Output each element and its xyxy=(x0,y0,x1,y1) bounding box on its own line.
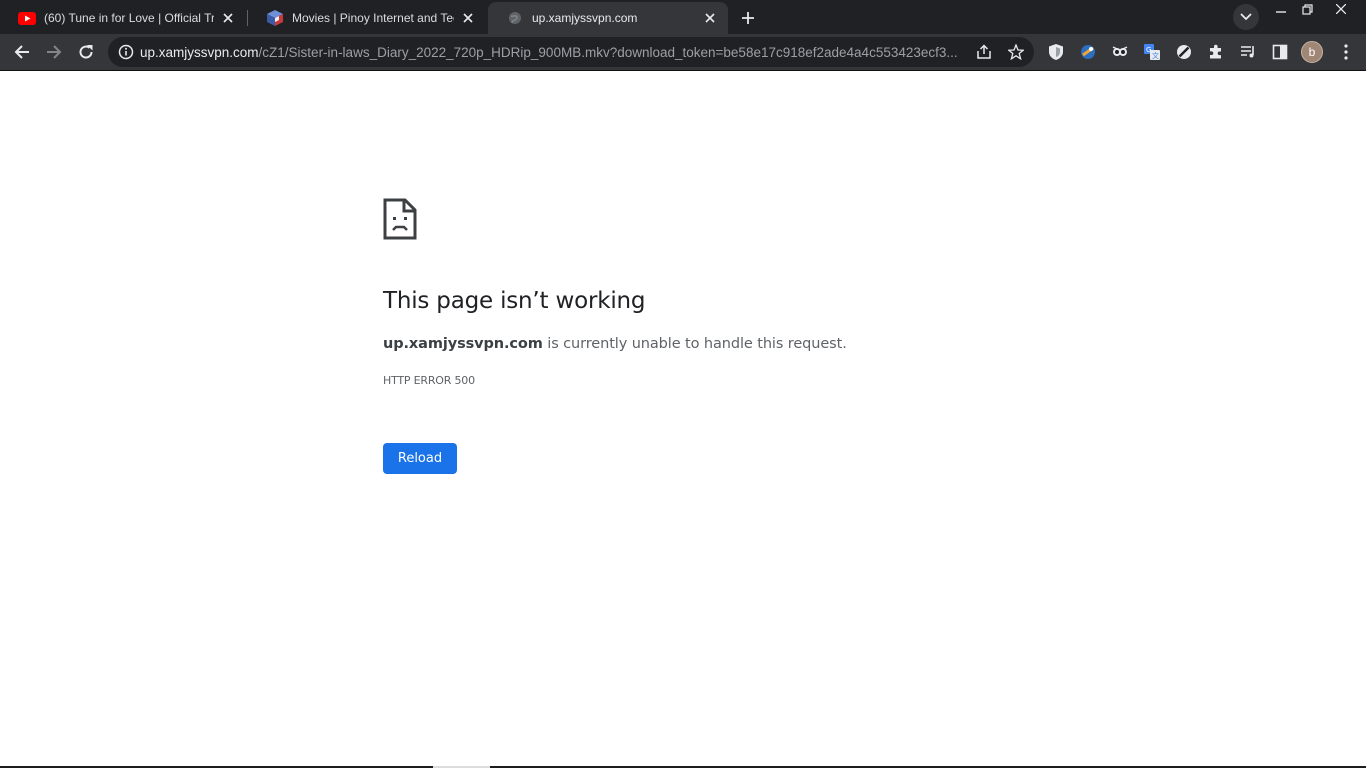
info-icon[interactable] xyxy=(112,38,140,66)
share-icon[interactable] xyxy=(970,38,998,66)
address-bar[interactable]: up.xamjyssvpn.com/cZ1/Sister-in-laws_Dia… xyxy=(108,37,1034,67)
tab-search-button[interactable] xyxy=(1233,4,1259,30)
svg-text:文: 文 xyxy=(1152,51,1159,60)
youtube-icon xyxy=(18,9,36,27)
rocket-extension-icon[interactable] xyxy=(1076,40,1100,64)
error-title: This page isn’t working xyxy=(383,288,646,314)
url-path: /cZ1/Sister-in-laws_Diary_2022_720p_HDRi… xyxy=(258,44,958,60)
arrow-right-icon xyxy=(47,45,62,59)
tab-youtube[interactable]: (60) Tune in for Love | Official Trailer xyxy=(0,2,246,34)
tab-active[interactable]: up.xamjyssvpn.com xyxy=(488,2,728,34)
side-panel-icon[interactable] xyxy=(1268,40,1292,64)
close-icon xyxy=(1336,4,1346,14)
plus-icon xyxy=(742,12,754,24)
minimize-icon xyxy=(1276,11,1286,13)
puzzle-extensions-icon[interactable] xyxy=(1204,40,1228,64)
tab-title: Movies | Pinoy Internet and Technology F… xyxy=(292,11,454,25)
sad-file-icon xyxy=(383,198,417,240)
more-menu-icon[interactable] xyxy=(1334,40,1358,64)
close-icon[interactable] xyxy=(702,10,718,26)
arrow-left-icon xyxy=(14,45,29,59)
tab-title: up.xamjyssvpn.com xyxy=(532,11,638,25)
reload-toolbar-button[interactable] xyxy=(72,38,100,66)
reload-icon xyxy=(79,45,93,59)
close-icon[interactable] xyxy=(460,10,476,26)
error-code: HTTP ERROR 500 xyxy=(383,374,475,387)
tab-pinoy-forum[interactable]: Movies | Pinoy Internet and Technology F… xyxy=(248,2,486,34)
url-host: up.xamjyssvpn.com xyxy=(140,44,259,60)
shield-extension-icon[interactable] xyxy=(1044,40,1068,64)
translate-extension-icon[interactable]: G文 xyxy=(1140,40,1164,64)
svg-text:G: G xyxy=(1146,46,1151,54)
tab-title: (60) Tune in for Love | Official Trailer xyxy=(44,11,214,25)
error-message-text: is currently unable to handle this reque… xyxy=(542,336,847,352)
owl-extension-icon[interactable] xyxy=(1108,40,1132,64)
block-extension-icon[interactable] xyxy=(1172,40,1196,64)
forward-button[interactable] xyxy=(40,38,68,66)
tab-strip: (60) Tune in for Love | Official Trailer… xyxy=(0,0,1366,34)
globe-icon xyxy=(506,9,524,27)
pinoy-forum-icon xyxy=(266,9,284,27)
reload-button[interactable]: Reload xyxy=(383,443,457,474)
restore-button[interactable] xyxy=(1292,0,1322,18)
chevron-down-icon xyxy=(1240,13,1252,21)
profile-avatar[interactable]: b xyxy=(1301,41,1323,63)
star-icon[interactable] xyxy=(1002,38,1030,66)
close-icon[interactable] xyxy=(220,10,236,26)
url-text[interactable]: up.xamjyssvpn.com/cZ1/Sister-in-laws_Dia… xyxy=(140,45,970,60)
close-window-button[interactable] xyxy=(1326,0,1356,18)
restore-icon xyxy=(1301,3,1313,15)
error-message: up.xamjyssvpn.com is currently unable to… xyxy=(383,336,847,352)
error-host: up.xamjyssvpn.com xyxy=(383,336,543,352)
media-control-icon[interactable] xyxy=(1236,40,1260,64)
page-content: This page isn’t working up.xamjyssvpn.co… xyxy=(0,72,1366,766)
new-tab-button[interactable] xyxy=(734,4,762,32)
back-button[interactable] xyxy=(8,38,36,66)
browser-toolbar: up.xamjyssvpn.com/cZ1/Sister-in-laws_Dia… xyxy=(0,34,1366,71)
